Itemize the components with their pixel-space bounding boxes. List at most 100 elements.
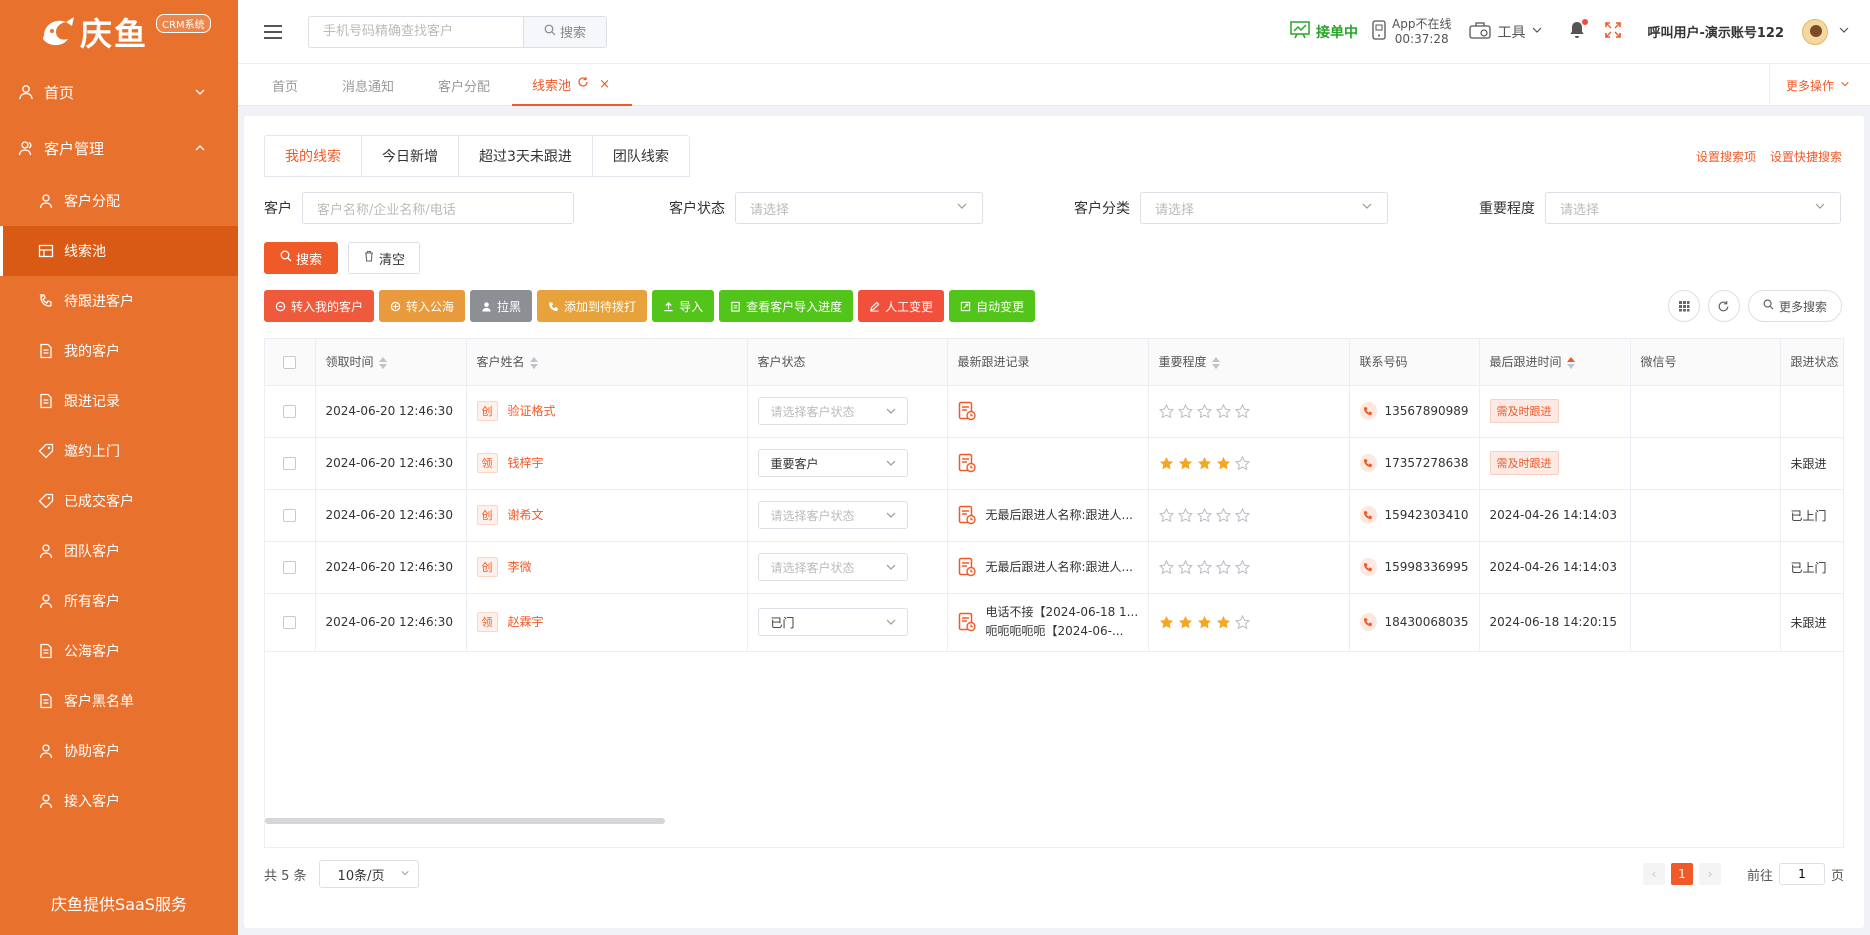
next-page-icon[interactable]: › (1698, 863, 1721, 885)
star-filled-icon[interactable] (1216, 456, 1231, 471)
blacklist-button[interactable]: 拉黑 (470, 290, 533, 322)
importance-rating[interactable] (1158, 507, 1339, 523)
star-empty-icon[interactable] (1177, 559, 1193, 575)
tab-my-leads[interactable]: 我的线索 (265, 136, 362, 176)
category-filter-select[interactable]: 请选择 (1140, 192, 1388, 224)
star-empty-icon[interactable] (1234, 403, 1250, 419)
user-name[interactable]: 呼叫用户-演示账号122 (1647, 22, 1784, 41)
star-empty-icon[interactable] (1215, 403, 1231, 419)
auto-change-button[interactable]: 自动变更 (949, 290, 1036, 322)
table-row[interactable]: 2024-06-20 12:46:30 创李微 请选择客户状态 无最后跟进人名称:跟进… (265, 541, 1843, 594)
sidebar-item-home[interactable]: 首页 (0, 64, 238, 120)
follow-record-icon[interactable] (958, 401, 976, 421)
refresh-icon[interactable] (1707, 290, 1740, 322)
chevron-down-icon[interactable] (1838, 24, 1850, 40)
sidebar-item[interactable]: 我的客户 (0, 326, 238, 376)
search-button[interactable]: 搜索 (264, 242, 338, 274)
more-operations-button[interactable]: 更多操作 (1768, 64, 1870, 106)
tab-today-new[interactable]: 今日新增 (362, 136, 459, 176)
sort-icon[interactable] (1211, 356, 1220, 369)
star-empty-icon[interactable] (1234, 559, 1250, 575)
sidebar-item[interactable]: 团队客户 (0, 526, 238, 576)
table-row[interactable]: 2024-06-20 12:46:30 创验证格式 请选择客户状态 135678909… (265, 385, 1843, 438)
sidebar-item[interactable]: 客户分配 (0, 176, 238, 226)
row-checkbox[interactable] (283, 457, 297, 470)
tab-overdue-3-days[interactable]: 超过3天未跟进 (459, 136, 593, 176)
star-empty-icon[interactable] (1158, 559, 1174, 575)
tab-team-leads[interactable]: 团队线索 (593, 136, 689, 176)
sidebar-item[interactable]: 线索池 (0, 226, 238, 276)
import-progress-button[interactable]: 查看客户导入进度 (719, 290, 854, 322)
star-filled-icon[interactable] (1216, 615, 1231, 630)
star-filled-icon[interactable] (1159, 615, 1174, 630)
refresh-icon[interactable] (577, 76, 589, 92)
hamburger-menu-icon[interactable] (238, 24, 308, 39)
star-empty-icon[interactable] (1196, 507, 1212, 523)
receiving-status[interactable]: 接单中 (1290, 20, 1358, 43)
follow-record-icon[interactable] (958, 612, 976, 632)
sidebar-item[interactable]: 待跟进客户 (0, 276, 238, 326)
call-icon[interactable] (1359, 506, 1377, 524)
customer-name-link[interactable]: 李微 (508, 560, 532, 574)
table-row[interactable]: 2024-06-20 12:46:30 领赵霖宇 已门 电话不接【2024-06-18… (265, 593, 1843, 652)
star-empty-icon[interactable] (1158, 403, 1174, 419)
sidebar-item[interactable]: 跟进记录 (0, 376, 238, 426)
star-empty-icon[interactable] (1177, 403, 1193, 419)
customer-filter-input[interactable]: 客户名称/企业名称/电话 (302, 192, 574, 224)
star-empty-icon[interactable] (1234, 507, 1250, 523)
select-all-checkbox[interactable] (283, 355, 297, 369)
sidebar-item[interactable]: 协助客户 (0, 726, 238, 776)
avatar[interactable] (1802, 18, 1828, 45)
sidebar-item[interactable]: 公海客户 (0, 626, 238, 676)
call-icon[interactable] (1359, 454, 1377, 472)
customer-name-link[interactable]: 谢希文 (508, 508, 544, 522)
star-filled-icon[interactable] (1197, 456, 1212, 471)
add-to-dial-list-button[interactable]: 添加到待拨打 (537, 290, 648, 322)
sort-icon[interactable] (378, 356, 387, 369)
import-button[interactable]: 导入 (652, 290, 715, 322)
col-header-importance[interactable]: 重要程度 (1148, 339, 1350, 386)
importance-rating[interactable] (1158, 559, 1339, 575)
call-icon[interactable] (1359, 558, 1377, 576)
row-checkbox[interactable] (283, 509, 297, 522)
star-filled-icon[interactable] (1197, 615, 1212, 630)
importance-rating[interactable] (1158, 403, 1339, 419)
tab-customer-assignment[interactable]: 客户分配 (416, 64, 512, 106)
column-settings-icon[interactable] (1667, 290, 1700, 322)
sort-icon[interactable] (529, 356, 538, 369)
tab-lead-pool[interactable]: 线索池 × (512, 64, 632, 106)
set-search-fields-link[interactable]: 设置搜索项 (1696, 148, 1756, 165)
sort-icon[interactable] (1566, 356, 1575, 369)
tools-menu[interactable]: 工具 (1469, 21, 1543, 43)
star-empty-icon[interactable] (1215, 507, 1231, 523)
star-empty-icon[interactable] (1196, 559, 1212, 575)
tab-home[interactable]: 首页 (238, 64, 320, 106)
set-quick-search-link[interactable]: 设置快捷搜索 (1770, 148, 1842, 165)
customer-name-link[interactable]: 钱梓宇 (508, 456, 544, 470)
customer-status-select[interactable]: 请选择客户状态 (757, 397, 908, 425)
sidebar-item[interactable]: 邀约上门 (0, 426, 238, 476)
customer-status-select[interactable]: 请选择客户状态 (757, 553, 908, 581)
importance-filter-select[interactable]: 请选择 (1545, 192, 1841, 224)
customer-status-select[interactable]: 重要客户 (757, 449, 908, 477)
row-checkbox[interactable] (283, 405, 297, 418)
goto-page-input[interactable] (1778, 863, 1825, 885)
follow-record-icon[interactable] (958, 557, 976, 577)
page-size-select[interactable]: 10条/页 (318, 860, 419, 888)
notification-bell-icon[interactable] (1569, 18, 1589, 43)
col-header-customer-name[interactable]: 客户姓名 (466, 339, 748, 386)
row-checkbox[interactable] (283, 561, 297, 574)
tab-notifications[interactable]: 消息通知 (320, 64, 416, 106)
star-empty-icon[interactable] (1177, 507, 1193, 523)
phone-search-input[interactable] (308, 15, 523, 48)
logo[interactable]: 庆鱼 CRM系统 (0, 0, 238, 64)
sidebar-item[interactable]: 所有客户 (0, 576, 238, 626)
importance-rating[interactable] (1159, 614, 1339, 630)
star-empty-icon[interactable] (1196, 403, 1212, 419)
customer-name-link[interactable]: 赵霖宇 (508, 615, 544, 629)
transfer-to-public-button[interactable]: 转入公海 (379, 290, 466, 322)
row-checkbox[interactable] (283, 616, 297, 629)
status-filter-select[interactable]: 请选择 (735, 192, 983, 224)
clear-button[interactable]: 清空 (348, 242, 420, 274)
col-header-last-follow[interactable]: 最后跟进时间 (1479, 339, 1631, 386)
